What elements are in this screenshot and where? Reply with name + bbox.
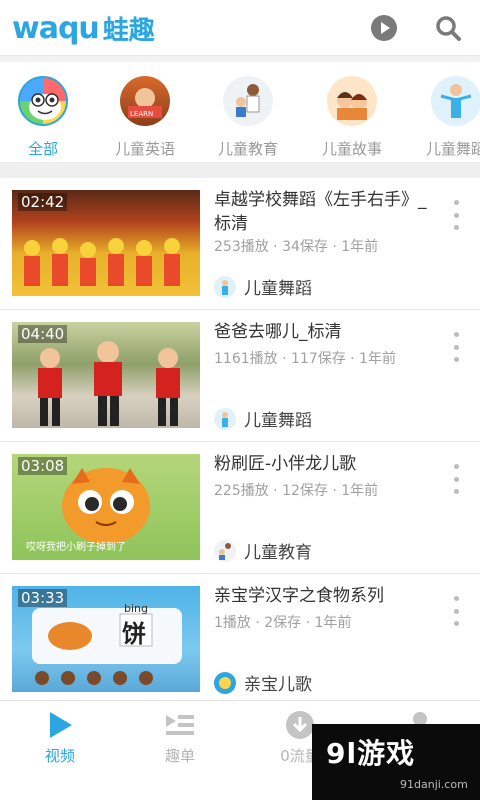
watermark-text: 9l游戏 [326, 737, 416, 770]
category-dance[interactable]: 儿童舞蹈 [406, 72, 480, 158]
category-education[interactable]: 儿童教育 [198, 72, 298, 158]
category-thumb [327, 76, 377, 126]
video-thumbnail[interactable]: 03:33 bing 饼 [12, 586, 200, 692]
video-subtitle: 哎呀我把小刷子掉到了 [26, 542, 126, 553]
hanzi-label: 饼 [122, 620, 146, 648]
video-duration: 03:08 [18, 457, 68, 475]
video-meta: 225播放 · 12保存 · 1年前 [214, 483, 379, 499]
tab-label: 视频 [44, 747, 75, 765]
channel-name: 儿童教育 [244, 543, 312, 563]
watermark-url: 91danji.com [400, 778, 468, 791]
play-circle-icon[interactable] [368, 12, 400, 44]
category-label: 儿童英语 [114, 140, 175, 158]
channel-avatar [214, 275, 236, 298]
channel-name: 儿童舞蹈 [244, 279, 312, 299]
category-all[interactable]: 全部 [0, 72, 93, 158]
channel-avatar [214, 671, 236, 694]
channel-avatar [214, 539, 236, 562]
logo-latin-text: waqu [12, 10, 100, 46]
video-channel[interactable]: 亲宝儿歌 [214, 670, 312, 695]
video-duration: 02:42 [18, 193, 68, 211]
category-thumb: LEARN [120, 76, 170, 126]
category-english[interactable]: LEARN 儿童英语 [95, 72, 195, 158]
video-meta: 253播放 · 34保存 · 1年前 [214, 239, 379, 255]
channel-avatar [214, 407, 236, 430]
video-title[interactable]: 卓越学校舞蹈《左手右手》_标清 [214, 188, 432, 236]
category-stories[interactable]: 儿童故事 [302, 72, 402, 158]
svg-text:LEARN: LEARN [130, 110, 153, 118]
category-label: 全部 [27, 140, 58, 158]
video-thumbnail[interactable]: 03:08 哎呀我把小刷子掉到了 [12, 454, 200, 560]
more-options-icon[interactable] [448, 200, 464, 230]
video-channel[interactable]: 儿童舞蹈 [214, 406, 312, 431]
more-options-icon[interactable] [448, 464, 464, 494]
video-channel[interactable]: 儿童教育 [214, 538, 312, 563]
video-item[interactable]: 03:08 哎呀我把小刷子掉到了 粉刷匠-小伴龙儿歌 225播放 · 12保存 … [0, 442, 480, 574]
video-title[interactable]: 爸爸去哪儿_标清 [214, 320, 432, 344]
play-icon [42, 709, 78, 741]
search-icon[interactable] [432, 12, 464, 44]
more-options-icon[interactable] [448, 332, 464, 362]
logo-cn-text: 蛙趣 [102, 15, 155, 46]
section-divider [0, 162, 480, 178]
watermark: 9l游戏 91danji.com [312, 724, 480, 800]
video-item[interactable]: 02:42 卓越学校舞蹈《左手右手》_标清 253播放 · 34保存 · 1年前… [0, 178, 480, 310]
channel-name: 亲宝儿歌 [244, 675, 312, 695]
app-logo: waqu 蛙趣 [12, 8, 155, 48]
tab-video[interactable]: 视频 [0, 701, 120, 800]
category-label: 儿童故事 [321, 140, 382, 158]
app-header: waqu 蛙趣 [0, 0, 480, 56]
video-meta: 1161播放 · 117保存 · 1年前 [214, 351, 396, 367]
video-channel[interactable]: 儿童舞蹈 [214, 274, 312, 299]
category-label: 儿童舞蹈 [425, 140, 480, 158]
tab-label: 趣单 [164, 747, 195, 765]
category-thumb [223, 76, 273, 126]
category-thumb [431, 76, 480, 126]
more-options-icon[interactable] [448, 596, 464, 626]
video-meta: 1播放 · 2保存 · 1年前 [214, 615, 352, 631]
category-strip: 全部 LEARN 儿童英语 儿童教育 儿童故事 儿童舞蹈 [0, 62, 480, 162]
channel-name: 儿童舞蹈 [244, 411, 312, 431]
video-list: 02:42 卓越学校舞蹈《左手右手》_标清 253播放 · 34保存 · 1年前… [0, 178, 480, 700]
frog-icon [18, 76, 68, 126]
video-duration: 03:33 [18, 589, 68, 607]
video-title[interactable]: 亲宝学汉字之食物系列 [214, 584, 432, 608]
category-label: 儿童教育 [217, 140, 278, 158]
video-thumbnail[interactable]: 04:40 [12, 322, 200, 428]
video-item[interactable]: 03:33 bing 饼 亲宝学汉字之食物系列 1播放 · 2保存 · 1年前 … [0, 574, 480, 700]
tab-playlist[interactable]: 趣单 [120, 701, 240, 800]
video-duration: 04:40 [18, 325, 68, 343]
playlist-icon [162, 709, 198, 741]
video-item[interactable]: 04:40 爸爸去哪儿_标清 1161播放 · 117保存 · 1年前 儿童舞蹈 [0, 310, 480, 442]
video-thumbnail[interactable]: 02:42 [12, 190, 200, 296]
video-title[interactable]: 粉刷匠-小伴龙儿歌 [214, 452, 432, 476]
